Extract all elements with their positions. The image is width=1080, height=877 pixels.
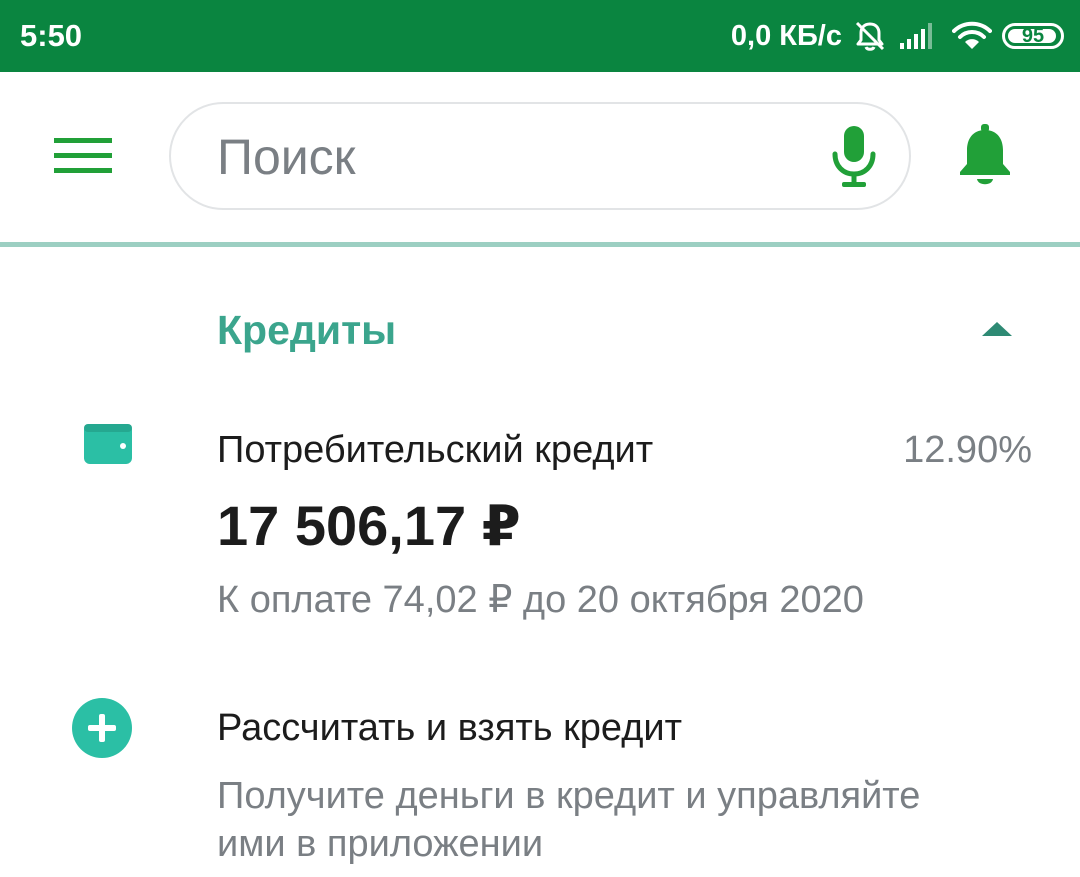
plus-icon — [72, 698, 132, 758]
top-bar: Поиск — [0, 72, 1080, 242]
network-speed: 0,0 КБ/с — [730, 20, 842, 52]
battery-level: 95 — [1021, 25, 1045, 47]
status-indicators: 0,0 КБ/с 95 — [731, 16, 1064, 56]
status-bar: 5:50 0,0 КБ/с 95 — [0, 0, 1080, 72]
battery-icon: 95 — [1002, 23, 1064, 49]
loan-name: Потребительский кредит — [217, 429, 654, 471]
wifi-icon — [952, 21, 992, 51]
menu-icon — [54, 138, 112, 173]
take-credit-description: Получите деньги в кредит и управляйте им… — [217, 775, 921, 865]
status-time: 5:50 — [20, 18, 83, 53]
mic-icon — [832, 126, 876, 187]
section-title-credits: Кредиты — [217, 307, 397, 353]
search-placeholder: Поиск — [217, 129, 356, 185]
alarm-off-icon — [852, 18, 888, 54]
loan-rate: 12.90% — [903, 429, 1032, 471]
loan-payment-info: К оплате 74,02 ₽ до 20 октября 2020 — [217, 579, 864, 621]
header-divider — [0, 242, 1080, 247]
take-credit-title: Рассчитать и взять кредит — [217, 707, 683, 749]
voice-search-button[interactable] — [829, 124, 879, 190]
bell-icon — [960, 124, 1010, 185]
wallet-icon — [82, 420, 134, 468]
loan-amount: 17 506,17 ₽ — [217, 494, 521, 557]
collapse-section-button[interactable] — [976, 314, 1018, 344]
menu-button[interactable] — [54, 134, 114, 178]
search-input[interactable]: Поиск — [169, 102, 911, 210]
chevron-up-icon — [982, 322, 1012, 336]
notifications-button[interactable] — [956, 124, 1014, 188]
signal-icon — [898, 21, 938, 51]
